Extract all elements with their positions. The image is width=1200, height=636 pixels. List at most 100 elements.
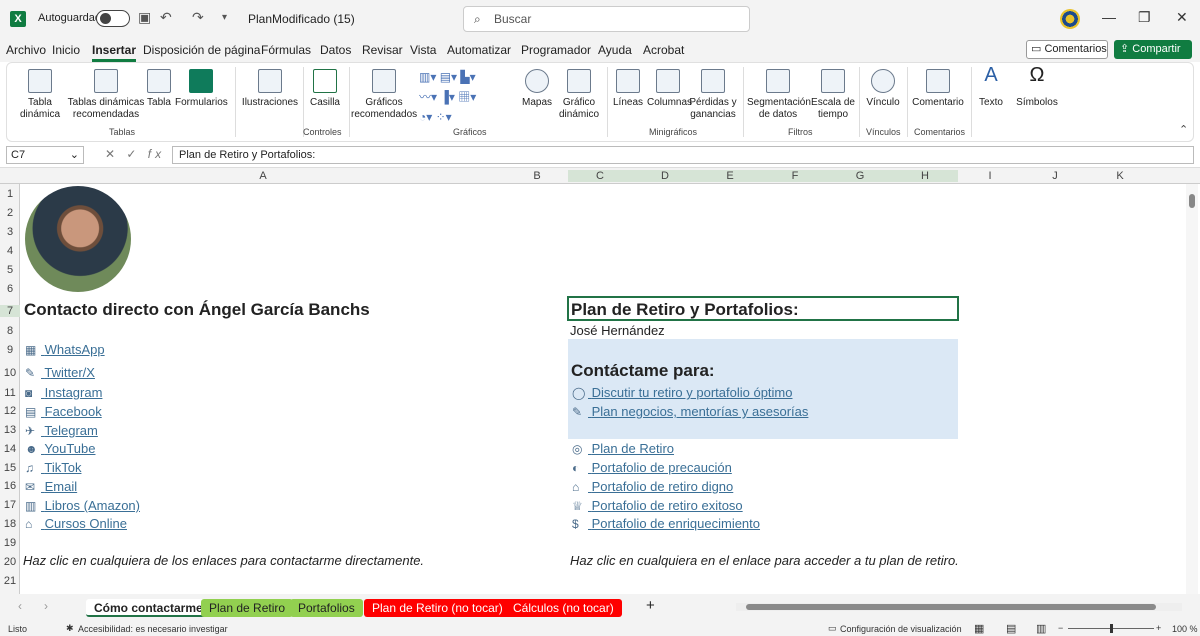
menu-archivo[interactable]: Archivo [6, 43, 46, 57]
symbols-button[interactable]: Ω Símbolos [1015, 65, 1059, 109]
pivot-table-button[interactable]: Tabla dinámica [15, 69, 65, 121]
page-layout-icon[interactable]: ▤ [1006, 622, 1016, 635]
formula-input[interactable]: Plan de Retiro y Portafolios: [172, 146, 1194, 164]
row-header[interactable]: 4 [0, 245, 20, 257]
link-email[interactable]: ✉ Email [25, 479, 77, 494]
menu-ayuda[interactable]: Ayuda [598, 43, 632, 57]
link-twitter[interactable]: ✎ Twitter/X [25, 365, 95, 380]
link-plan-retiro[interactable]: ◎ Plan de Retiro [572, 441, 674, 456]
menu-acrobat[interactable]: Acrobat [643, 43, 684, 57]
link-facebook[interactable]: ▤ Facebook [25, 404, 102, 419]
document-name[interactable]: PlanModificado (15) [248, 12, 355, 26]
link-amazon-books[interactable]: ▥ Libros (Amazon) [25, 498, 140, 513]
tab-calculos-no-tocar[interactable]: Cálculos (no tocar) [505, 599, 622, 617]
slicer-button[interactable]: Segmentación de datos [747, 69, 811, 121]
tab-como-contactarme[interactable]: Cómo contactarme [86, 599, 211, 617]
close-icon[interactable]: ✕ [1176, 9, 1188, 26]
comments-button[interactable]: ▭ Comentarios [1026, 40, 1108, 59]
autosave-toggle[interactable] [96, 10, 130, 27]
undo-icon[interactable]: ↶ [160, 9, 172, 26]
row-header[interactable]: 12 [0, 405, 20, 417]
menu-insertar[interactable]: Insertar [92, 43, 137, 62]
col-header[interactable]: K [1088, 170, 1152, 182]
row-header[interactable]: 1 [0, 188, 20, 200]
zoom-slider-thumb[interactable] [1110, 624, 1113, 633]
link-portafolio-digno[interactable]: ⌂ Portafolio de retiro digno [572, 479, 733, 494]
link-portafolio-enriquecimiento[interactable]: $ Portafolio de enriquecimiento [572, 516, 760, 531]
sparkline-lines-button[interactable]: Líneas [611, 69, 645, 109]
tab-plan-de-retiro[interactable]: Plan de Retiro [201, 599, 294, 617]
row-header[interactable]: 20 [0, 556, 20, 568]
row-header[interactable]: 17 [0, 499, 20, 511]
row-header[interactable]: 8 [0, 325, 20, 337]
col-header[interactable]: H [892, 170, 958, 182]
forms-button[interactable]: Formularios [175, 69, 228, 109]
row-header[interactable]: 9 [0, 344, 20, 356]
col-header[interactable]: G [828, 170, 892, 182]
link-online-courses[interactable]: ⌂ Cursos Online [25, 516, 127, 531]
vertical-scrollbar[interactable] [1186, 184, 1198, 594]
row-header[interactable]: 16 [0, 480, 20, 492]
collapse-ribbon-icon[interactable]: ⌃ [1179, 123, 1188, 136]
prev-sheet-icon[interactable]: ‹ [18, 599, 22, 613]
display-settings[interactable]: Configuración de visualización [840, 624, 962, 634]
row-header[interactable]: 15 [0, 462, 20, 474]
row-header[interactable]: 21 [0, 575, 20, 587]
name-box[interactable]: C7 ⌄ [6, 146, 84, 164]
fx-icon[interactable]: fx [148, 147, 165, 161]
customize-toolbar-icon[interactable]: ▾ [222, 12, 227, 23]
sparkline-columns-button[interactable]: Columnas [647, 69, 692, 109]
col-header[interactable]: D [632, 170, 698, 182]
recommended-charts-button[interactable]: Gráficos recomendados [351, 69, 417, 121]
link-discuss-retirement[interactable]: ◯ Discutir tu retiro y portafolio óptimo [572, 385, 792, 400]
menu-revisar[interactable]: Revisar [362, 43, 403, 57]
link-whatsapp[interactable]: ▦ WhatsApp [25, 342, 105, 357]
row-header[interactable]: 2 [0, 207, 20, 219]
menu-inicio[interactable]: Inicio [52, 43, 80, 57]
zoom-in-icon[interactable]: + [1156, 623, 1161, 633]
row-header[interactable]: 7 [0, 305, 20, 317]
link-youtube[interactable]: ☻ YouTube [25, 441, 95, 456]
tab-portafolios[interactable]: Portafolios [290, 599, 363, 617]
save-icon[interactable]: ▣ [138, 9, 151, 26]
row-header[interactable]: 19 [0, 537, 20, 549]
col-header[interactable]: I [958, 170, 1022, 182]
row-header[interactable]: 3 [0, 226, 20, 238]
search-box[interactable]: ⌕ Buscar [463, 6, 750, 32]
menu-programador[interactable]: Programador [521, 43, 591, 57]
row-header[interactable]: 13 [0, 424, 20, 436]
menu-formulas[interactable]: Fórmulas [261, 43, 311, 57]
row-header[interactable]: 11 [0, 387, 20, 399]
next-sheet-icon[interactable]: › [44, 599, 48, 613]
illustrations-button[interactable]: Ilustraciones [239, 69, 301, 109]
menu-automatizar[interactable]: Automatizar [447, 43, 511, 57]
link-portafolio-exitoso[interactable]: ♕ Portafolio de retiro exitoso [572, 498, 743, 513]
zoom-out-icon[interactable]: − [1058, 623, 1063, 633]
profile-avatar[interactable] [1060, 9, 1080, 29]
add-sheet-icon[interactable]: + [646, 597, 655, 614]
row-header[interactable]: 14 [0, 443, 20, 455]
maximize-icon[interactable]: ❐ [1138, 9, 1151, 26]
zoom-level[interactable]: 100 % [1172, 624, 1198, 634]
tab-plan-retiro-no-tocar[interactable]: Plan de Retiro (no tocar) [364, 599, 511, 617]
col-header[interactable]: J [1022, 170, 1088, 182]
row-header[interactable]: 5 [0, 264, 20, 276]
page-break-icon[interactable]: ▥ [1036, 622, 1046, 635]
win-loss-button[interactable]: Pérdidas y ganancias [689, 69, 737, 121]
row-header[interactable]: 6 [0, 283, 20, 295]
timeline-button[interactable]: Escala de tiempo [811, 69, 855, 121]
accessibility-status[interactable]: Accesibilidad: es necesario investigar [78, 624, 228, 634]
scroll-thumb[interactable] [746, 604, 1156, 610]
row-header[interactable]: 18 [0, 518, 20, 530]
col-header[interactable]: B [506, 170, 568, 182]
link-button[interactable]: Vínculo [863, 69, 903, 109]
horizontal-scrollbar[interactable] [736, 603, 1182, 611]
menu-vista[interactable]: Vista [410, 43, 436, 57]
comment-ribbon-button[interactable]: Comentario [909, 69, 967, 109]
chart-types-gallery[interactable]: ▥▾ ▤▾ ▙▾ 〰▾ ▐▾ ▦▾ ◔▾ ⁘▾ [419, 67, 519, 127]
formula-buttons[interactable]: ✕ ✓ fx [105, 147, 165, 161]
link-telegram[interactable]: ✈ Telegram [25, 423, 98, 438]
checkbox-button[interactable]: Casilla [305, 69, 345, 109]
recommended-pivot-button[interactable]: Tablas dinámicas recomendadas [67, 69, 145, 121]
col-header[interactable]: A [20, 170, 506, 182]
